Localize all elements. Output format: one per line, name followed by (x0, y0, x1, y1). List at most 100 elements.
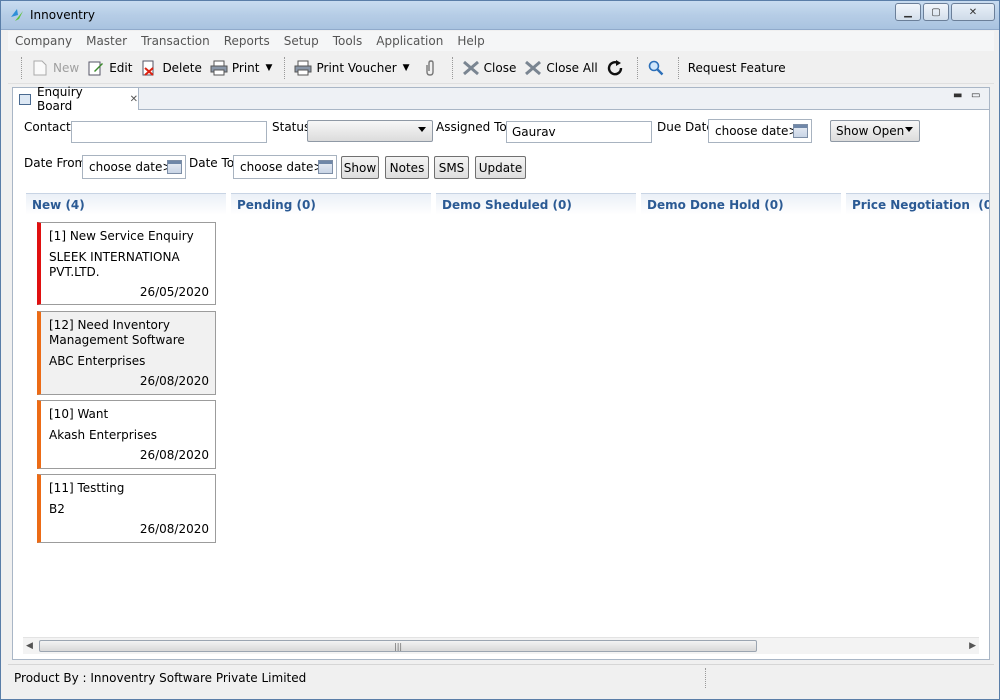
print-voucher-button[interactable]: Print Voucher ▼ (290, 56, 416, 80)
delete-button[interactable]: Delete (136, 56, 205, 80)
show-mode-dropdown[interactable]: Show Open (830, 120, 920, 142)
card-date: 26/08/2020 (139, 374, 209, 388)
enquiry-card[interactable]: [12] Need Inventory Management Software … (37, 311, 216, 395)
print-voucher-dropdown-icon[interactable]: ▼ (403, 63, 413, 73)
search-button[interactable] (643, 56, 673, 80)
edit-icon (87, 59, 105, 77)
menu-reports[interactable]: Reports (217, 34, 277, 48)
card-title: [11] Testting (49, 481, 125, 495)
card-date: 26/08/2020 (139, 522, 209, 536)
menu-company[interactable]: Company (8, 34, 79, 48)
tab-label: Enquiry Board (36, 85, 83, 113)
close-tools-icon (462, 59, 480, 77)
scrollbar-thumb[interactable]: ||| (39, 640, 757, 652)
attachment-button[interactable] (417, 56, 447, 80)
toolbar-separator (677, 56, 679, 79)
tab-enquiry-board[interactable]: Enquiry Board ✕ (13, 85, 139, 113)
toolbar: New Edit Delete Print ▼ Print Voucher ▼ … (8, 52, 994, 84)
close-all-label: Close All (546, 60, 598, 75)
date-from-value: choose date> (89, 160, 173, 174)
print-dropdown-icon[interactable]: ▼ (265, 63, 275, 73)
printer-icon (294, 59, 312, 77)
show-mode-value: Show Open (836, 124, 905, 138)
calendar-icon[interactable] (793, 124, 808, 138)
maximize-button[interactable]: ▢ (923, 3, 949, 21)
view-icon (19, 93, 31, 105)
notes-button[interactable]: Notes (385, 156, 429, 179)
sms-button[interactable]: SMS (434, 156, 469, 179)
toolbar-separator (636, 56, 638, 79)
assigned-to-label: Assigned To (436, 120, 507, 134)
grip-icon: ||| (394, 642, 403, 651)
enquiry-card[interactable]: [10] Want Akash Enterprises 26/08/2020 (37, 400, 216, 469)
view-minimize-icon[interactable]: ▬ (953, 90, 967, 102)
date-to-value: choose date> (240, 160, 324, 174)
contact-input[interactable] (71, 121, 267, 143)
enquiry-card[interactable]: [1] New Service Enquiry SLEEK INTERNATIO… (37, 222, 216, 305)
status-dropdown[interactable] (307, 120, 433, 142)
scroll-left-icon[interactable]: ◀ (26, 641, 33, 651)
minimize-button[interactable]: ▁ (895, 3, 921, 21)
scroll-right-icon[interactable]: ▶ (969, 641, 976, 651)
menu-transaction[interactable]: Transaction (134, 34, 217, 48)
contact-label: Contact (24, 120, 71, 134)
show-button[interactable]: Show (341, 156, 379, 179)
chevron-down-icon (418, 127, 426, 132)
app-window: Innoventry ▁ ▢ ✕ Company Master Transact… (0, 0, 1000, 700)
refresh-button[interactable] (602, 56, 632, 80)
print-voucher-label: Print Voucher (316, 60, 397, 75)
view-maximize-icon[interactable]: ▭ (971, 90, 985, 102)
paperclip-icon (421, 59, 439, 77)
close-window-button[interactable]: ✕ (951, 3, 995, 21)
card-company: ABC Enterprises (49, 354, 146, 368)
toolbar-separator (284, 56, 286, 79)
horizontal-scrollbar[interactable]: ◀ ||| ▶ (23, 637, 979, 654)
card-company: Akash Enterprises (49, 428, 157, 442)
date-to-picker[interactable]: choose date> (233, 155, 337, 179)
card-title: [1] New Service Enquiry (49, 229, 194, 243)
chevron-down-icon (905, 127, 913, 132)
column-header-demo-done-hold: Demo Done Hold (0) (641, 193, 841, 215)
card-date: 26/08/2020 (139, 448, 209, 462)
print-button[interactable]: Print ▼ (206, 56, 280, 80)
close-label: Close (483, 60, 517, 75)
calendar-icon[interactable] (318, 160, 333, 174)
card-date: 26/05/2020 (139, 285, 209, 299)
enquiry-board-view: Enquiry Board ✕ ▬ ▭ Contact Status Assig… (12, 85, 990, 660)
date-from-picker[interactable]: choose date> (82, 155, 186, 179)
print-label: Print (231, 60, 260, 75)
edit-label: Edit (109, 60, 133, 75)
due-date-picker[interactable]: choose date> (708, 119, 812, 143)
menu-master[interactable]: Master (79, 34, 134, 48)
menu-help[interactable]: Help (450, 34, 491, 48)
menu-setup[interactable]: Setup (277, 34, 326, 48)
new-button[interactable]: New (27, 56, 83, 80)
delete-label: Delete (162, 60, 202, 75)
tab-close-icon[interactable]: ✕ (130, 94, 138, 105)
edit-button[interactable]: Edit (83, 56, 136, 80)
request-feature-button[interactable]: Request Feature (684, 56, 790, 80)
assigned-to-input[interactable]: Gaurav (506, 121, 652, 143)
toolbar-separator (21, 56, 22, 79)
column-header-demo-scheduled: Demo Sheduled (0) (436, 193, 636, 215)
column-header-new: New (4) (26, 193, 226, 215)
enquiry-card[interactable]: [11] Testting B2 26/08/2020 (37, 474, 216, 543)
menu-application[interactable]: Application (369, 34, 450, 48)
printer-icon (210, 59, 228, 77)
calendar-icon[interactable] (167, 160, 182, 174)
menu-bar: Company Master Transaction Reports Setup… (8, 31, 994, 51)
card-title: [12] Need Inventory Management Software (49, 318, 185, 347)
window-title: Innoventry (30, 8, 95, 22)
card-company: SLEEK INTERNATIONA PVT.LTD. (49, 250, 180, 279)
close-all-button[interactable]: Close All (520, 56, 601, 80)
status-label: Status (272, 120, 311, 134)
app-logo-icon (11, 9, 23, 21)
menu-tools[interactable]: Tools (326, 34, 370, 48)
due-date-label: Due Date (657, 120, 714, 134)
delete-icon (140, 59, 158, 77)
title-bar: Innoventry ▁ ▢ ✕ (1, 1, 999, 30)
request-feature-label: Request Feature (687, 60, 786, 75)
close-button[interactable]: Close (458, 56, 521, 80)
update-button[interactable]: Update (475, 156, 526, 179)
status-bar: Product By : Innoventry Software Private… (8, 664, 994, 690)
